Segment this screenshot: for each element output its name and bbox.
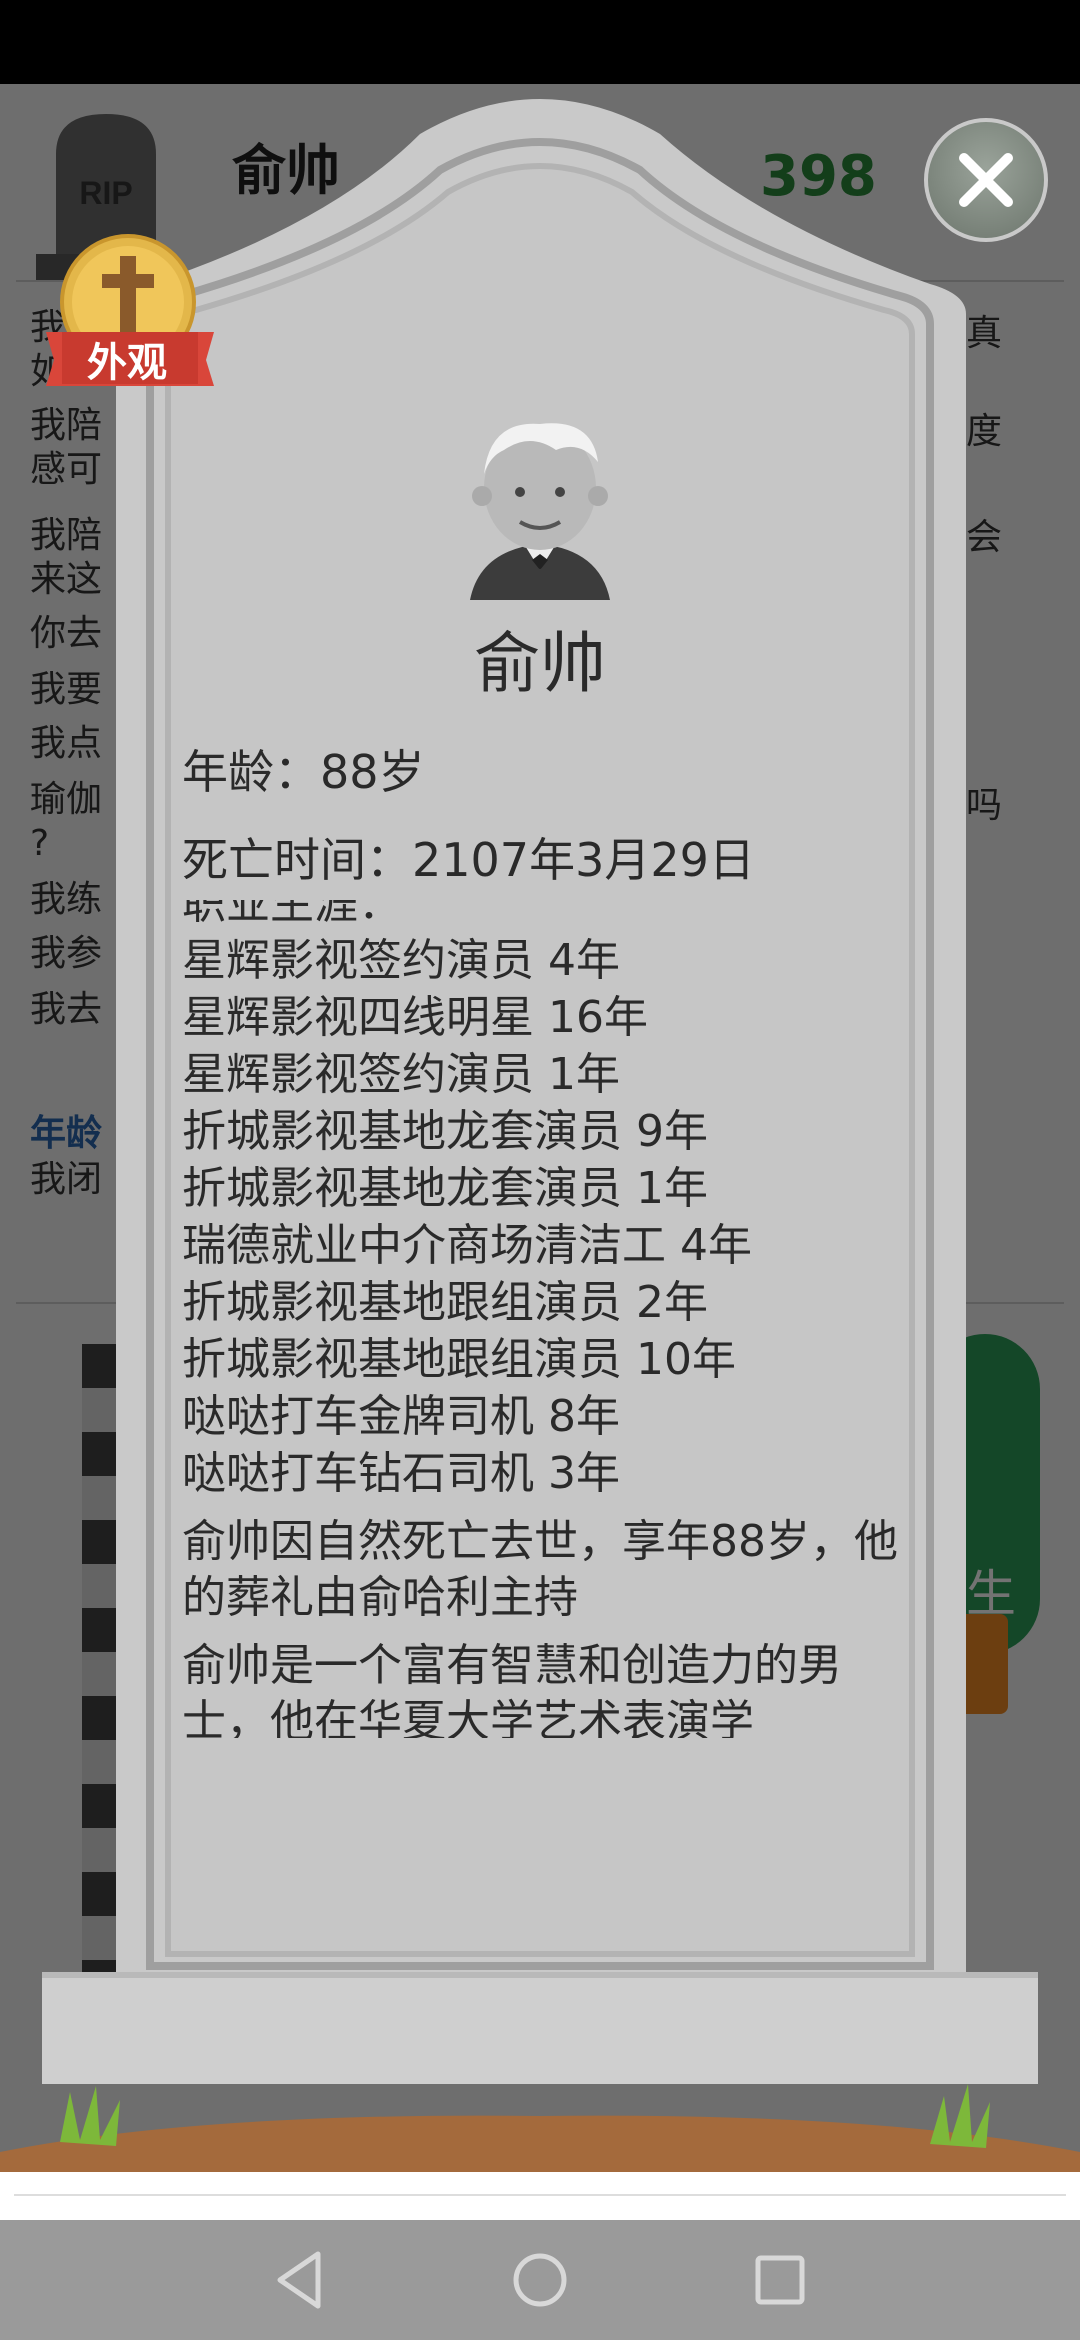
status-bar	[0, 0, 1080, 84]
close-icon	[959, 153, 1013, 207]
career-title: 职业生涯：	[182, 900, 402, 929]
death-note: 俞帅因自然死亡去世，享年88岁，他的葬礼由俞哈利主持	[182, 1516, 898, 1623]
recents-nav-icon[interactable]	[740, 2240, 820, 2320]
home-nav-icon[interactable]	[500, 2240, 580, 2320]
career-item: 折城影视基地跟组演员 10年	[182, 1334, 736, 1385]
age-at-death: 年龄：88岁	[182, 745, 425, 799]
career-item: 星辉影视签约演员 1年	[182, 1049, 620, 1100]
career-item: 星辉影视四线明星 16年	[182, 992, 648, 1043]
career-item: 瑞德就业中介商场清洁工 4年	[182, 1220, 752, 1271]
career-item: 折城影视基地跟组演员 2年	[182, 1277, 708, 1328]
appearance-label: 外观	[87, 340, 167, 386]
career-item: 星辉影视签约演员 4年	[182, 935, 620, 986]
bottom-strip	[0, 2172, 1080, 2220]
death-time: 死亡时间：2107年3月29日	[182, 833, 755, 887]
ground-decoration	[0, 2084, 1080, 2172]
epitaph-scroll-area[interactable]: 职业生涯： 星辉影视签约演员 4年 星辉影视四线明星 16年 星辉影视签约演员 …	[182, 900, 902, 1738]
system-navigation-bar	[0, 2220, 1080, 2340]
career-item: 折城影视基地龙套演员 1年	[182, 1163, 708, 1214]
biography: 俞帅是一个富有智慧和创造力的男士，他在华夏大学艺术表演学	[182, 1640, 842, 1738]
divider	[14, 2194, 1066, 2196]
career-item: 哒哒打车金牌司机 8年	[182, 1391, 620, 1442]
back-nav-icon[interactable]	[260, 2240, 340, 2320]
close-button[interactable]	[924, 118, 1048, 242]
deceased-name: 俞帅	[474, 625, 606, 702]
career-item: 哒哒打车钻石司机 3年	[182, 1448, 620, 1499]
tombstone-epitaph: 俞帅 年龄：88岁 死亡时间：2107年3月29日 职业生涯： 星辉影视签约演员…	[160, 410, 920, 1738]
elderly-man-avatar-icon	[470, 423, 610, 600]
career-item: 折城影视基地龙套演员 9年	[182, 1106, 708, 1157]
